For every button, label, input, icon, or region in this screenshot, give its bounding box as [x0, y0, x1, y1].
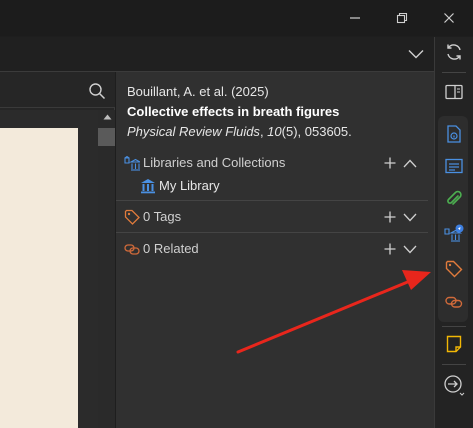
- nav-libraries-collections-button[interactable]: [442, 222, 466, 246]
- plus-icon: [384, 157, 396, 169]
- nav-related-button[interactable]: [442, 290, 466, 314]
- tab-toolbar: [0, 37, 440, 72]
- toggle-item-pane-button[interactable]: [442, 80, 466, 104]
- restore-icon: [396, 12, 408, 24]
- close-icon: [444, 13, 454, 23]
- related-icon: [445, 296, 463, 308]
- journal-name: Physical Review Fluids: [127, 124, 260, 139]
- library-icon: [140, 178, 156, 194]
- search-icon: [89, 83, 106, 100]
- attachments-icon: [447, 190, 462, 205]
- toggle-pane-icon: [445, 84, 463, 100]
- nav-attachments-button[interactable]: [442, 187, 466, 211]
- expand-section-button[interactable]: [401, 240, 419, 258]
- add-to-collection-button[interactable]: [381, 154, 399, 172]
- chevron-down-icon: [403, 213, 417, 221]
- add-related-button[interactable]: [381, 240, 399, 258]
- close-button[interactable]: [437, 6, 461, 30]
- section-label-tags: 0 Tags: [143, 209, 182, 224]
- info-icon: [447, 125, 461, 143]
- plus-icon: [384, 211, 396, 223]
- document-scrollbar[interactable]: [98, 110, 115, 428]
- find-button[interactable]: [86, 80, 108, 102]
- add-tag-button[interactable]: [381, 208, 399, 226]
- plus-icon: [384, 243, 396, 255]
- item-title[interactable]: Collective effects in breath figures: [127, 102, 427, 122]
- divider: [442, 364, 466, 365]
- divider: [442, 72, 466, 73]
- nav-notes-button[interactable]: [442, 332, 466, 356]
- triangle-up-icon: [103, 114, 111, 120]
- chevron-down-icon: [403, 245, 417, 253]
- minimize-button[interactable]: [343, 6, 367, 30]
- scrollbar-thumb[interactable]: [98, 128, 115, 146]
- notes-icon: [446, 335, 462, 353]
- nav-tags-button[interactable]: [442, 257, 466, 281]
- abstract-icon: [445, 158, 463, 174]
- tags-icon: [445, 260, 463, 278]
- journal-volume: 10: [267, 124, 282, 139]
- libraries-collections-icon: [124, 155, 140, 171]
- nav-abstract-button[interactable]: [442, 154, 466, 178]
- scroll-up-arrow[interactable]: [102, 113, 112, 121]
- expand-section-button[interactable]: [401, 208, 419, 226]
- minimize-icon: [350, 17, 360, 19]
- divider: [442, 326, 466, 327]
- restore-button[interactable]: [390, 6, 414, 30]
- tabs-menu-button[interactable]: [404, 44, 428, 64]
- collapse-section-button[interactable]: [401, 154, 419, 172]
- locate-icon: [444, 375, 465, 396]
- section-label-related: 0 Related: [143, 241, 199, 256]
- pdf-page[interactable]: [0, 128, 78, 428]
- item-authors: Bouillant, A. et al. (2025): [127, 84, 269, 99]
- sync-icon: [447, 44, 461, 60]
- journal-issue-pages: (5), 053605.: [281, 124, 352, 139]
- chevron-up-icon: [403, 159, 417, 167]
- tags-header[interactable]: 0 Tags: [116, 200, 428, 232]
- related-icon: [124, 241, 140, 257]
- sync-button[interactable]: [442, 40, 466, 64]
- section-label-libraries: Libraries and Collections: [143, 155, 286, 170]
- related-header[interactable]: 0 Related: [116, 232, 428, 264]
- tag-icon: [124, 209, 140, 225]
- locate-button[interactable]: [442, 373, 466, 397]
- libraries-collections-icon: [444, 224, 464, 242]
- citation-header: Bouillant, A. et al. (2025) Collective e…: [127, 82, 427, 142]
- item-publication: Physical Review Fluids, 10(5), 053605.: [127, 124, 352, 139]
- chevron-down-icon: [408, 50, 424, 59]
- nav-info-button[interactable]: [442, 122, 466, 146]
- library-label: My Library: [159, 178, 220, 193]
- libraries-collections-header[interactable]: Libraries and Collections: [116, 147, 428, 179]
